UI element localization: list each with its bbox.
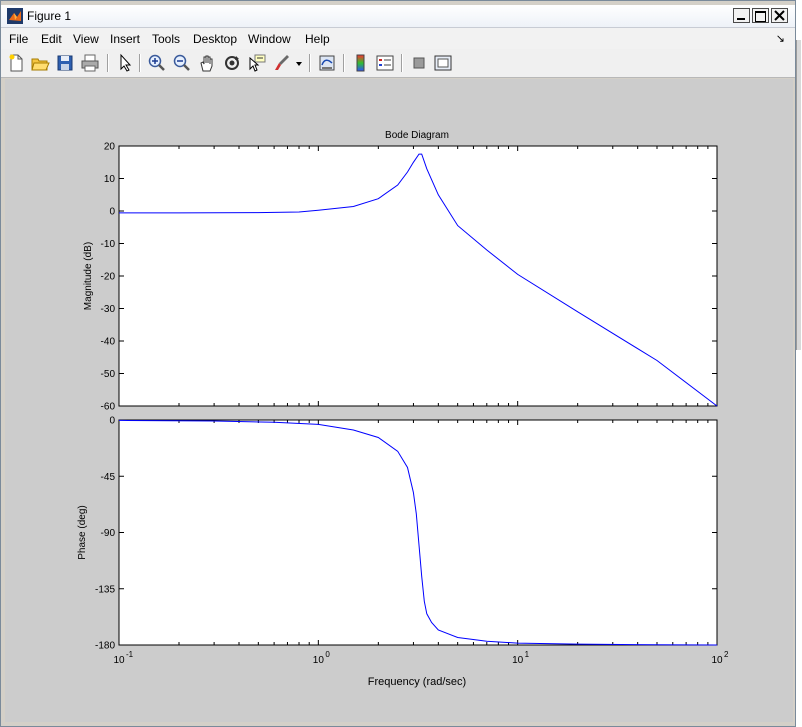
data-cursor-icon[interactable] bbox=[247, 53, 267, 73]
y-axis-label: Phase (deg) bbox=[77, 505, 88, 559]
show-plot-tools-icon[interactable] bbox=[433, 53, 453, 73]
legend-icon[interactable] bbox=[375, 53, 395, 73]
figure-canvas: Bode Diagram 20 10 0 -10 -20 -30 -40 -50 -60 Magn… bbox=[5, 79, 793, 722]
matlab-logo-icon bbox=[7, 8, 23, 24]
print-icon[interactable] bbox=[80, 53, 100, 73]
y-tick-label: -180 bbox=[95, 641, 115, 652]
y-tick-label: -45 bbox=[101, 472, 116, 483]
pointer-icon[interactable] bbox=[115, 53, 135, 73]
y-tick-label: -135 bbox=[95, 584, 115, 595]
menu-file[interactable]: File bbox=[9, 32, 28, 46]
y-tick-label: -90 bbox=[101, 528, 116, 539]
menu-bar: File Edit View Insert Tools Desktop Wind… bbox=[1, 28, 795, 49]
open-file-icon[interactable] bbox=[30, 53, 50, 73]
phase-axes: 0 -45 -90 -135 -180 Phase (deg) bbox=[77, 416, 718, 652]
x-tick-exponent: 0 bbox=[325, 650, 330, 659]
colorbar-icon[interactable] bbox=[351, 53, 371, 73]
bode-plot[interactable]: Bode Diagram 20100-10-20-30-40-50-60Magn… bbox=[5, 79, 793, 722]
y-axis-label: Magnitude (dB) bbox=[83, 242, 94, 310]
maximize-icon bbox=[755, 11, 766, 22]
maximize-button[interactable] bbox=[752, 8, 769, 23]
x-tick-label: 10 bbox=[113, 655, 125, 666]
brush-dropdown-icon[interactable] bbox=[294, 53, 304, 73]
title-bar[interactable]: Figure 1 bbox=[1, 5, 795, 28]
y-tick-label: -60 bbox=[101, 402, 116, 413]
minimize-icon bbox=[737, 18, 745, 20]
close-button[interactable] bbox=[771, 8, 788, 23]
y-tick-label: -10 bbox=[101, 239, 116, 250]
y-tick-label: 0 bbox=[109, 416, 115, 427]
x-tick-label: 10 bbox=[711, 655, 723, 666]
menu-help[interactable]: Help bbox=[305, 32, 330, 46]
y-tick-label: -30 bbox=[101, 304, 116, 315]
new-figure-icon[interactable] bbox=[6, 53, 26, 73]
menu-edit[interactable]: Edit bbox=[41, 32, 62, 46]
figure-window: Figure 1 File Edit View Insert Tools Des… bbox=[0, 0, 796, 727]
brush-icon[interactable] bbox=[272, 53, 292, 73]
plot-area bbox=[118, 145, 718, 407]
y-tick-label: 10 bbox=[104, 174, 116, 185]
rotate-3d-icon[interactable] bbox=[222, 53, 242, 73]
toolbar-separator bbox=[107, 54, 109, 72]
menu-insert[interactable]: Insert bbox=[110, 32, 140, 46]
toolbar-separator bbox=[343, 54, 345, 72]
x-tick-exponent: 1 bbox=[525, 650, 530, 659]
y-tick-label: -50 bbox=[101, 369, 116, 380]
zoom-out-icon[interactable] bbox=[172, 53, 192, 73]
toolbar-separator bbox=[309, 54, 311, 72]
pan-icon[interactable] bbox=[197, 53, 217, 73]
toolbar-separator bbox=[401, 54, 403, 72]
magnitude-axes: 20 10 0 -10 -20 -30 -40 -50 -60 Magnitude (dB) bbox=[83, 142, 718, 413]
chart-title: Bode Diagram bbox=[385, 130, 449, 141]
right-edge-strip bbox=[796, 0, 802, 727]
y-tick-label: -40 bbox=[101, 337, 116, 348]
toolbar-separator bbox=[139, 54, 141, 72]
y-tick-label: 0 bbox=[109, 207, 115, 218]
x-tick-label: 10 bbox=[512, 655, 524, 666]
link-plot-icon[interactable] bbox=[317, 53, 337, 73]
y-tick-label: -20 bbox=[101, 272, 116, 283]
menu-view[interactable]: View bbox=[73, 32, 99, 46]
x-tick-labels: 10-1100101102 bbox=[113, 650, 729, 666]
x-tick-exponent: -1 bbox=[126, 650, 134, 659]
figure-toolbar bbox=[1, 49, 795, 78]
hide-plot-tools-icon[interactable] bbox=[409, 53, 429, 73]
x-tick-exponent: 2 bbox=[724, 650, 729, 659]
x-axis-label: Frequency (rad/sec) bbox=[368, 676, 466, 688]
zoom-in-icon[interactable] bbox=[147, 53, 167, 73]
window-title: Figure 1 bbox=[27, 9, 72, 23]
dock-figure-icon[interactable]: ↘ bbox=[776, 32, 785, 45]
close-icon bbox=[774, 10, 785, 21]
x-tick-label: 10 bbox=[313, 655, 325, 666]
menu-tools[interactable]: Tools bbox=[152, 32, 180, 46]
menu-window[interactable]: Window bbox=[248, 32, 291, 46]
menu-desktop[interactable]: Desktop bbox=[193, 32, 237, 46]
minimize-button[interactable] bbox=[733, 8, 750, 23]
y-tick-label: 20 bbox=[104, 142, 116, 153]
save-icon[interactable] bbox=[55, 53, 75, 73]
